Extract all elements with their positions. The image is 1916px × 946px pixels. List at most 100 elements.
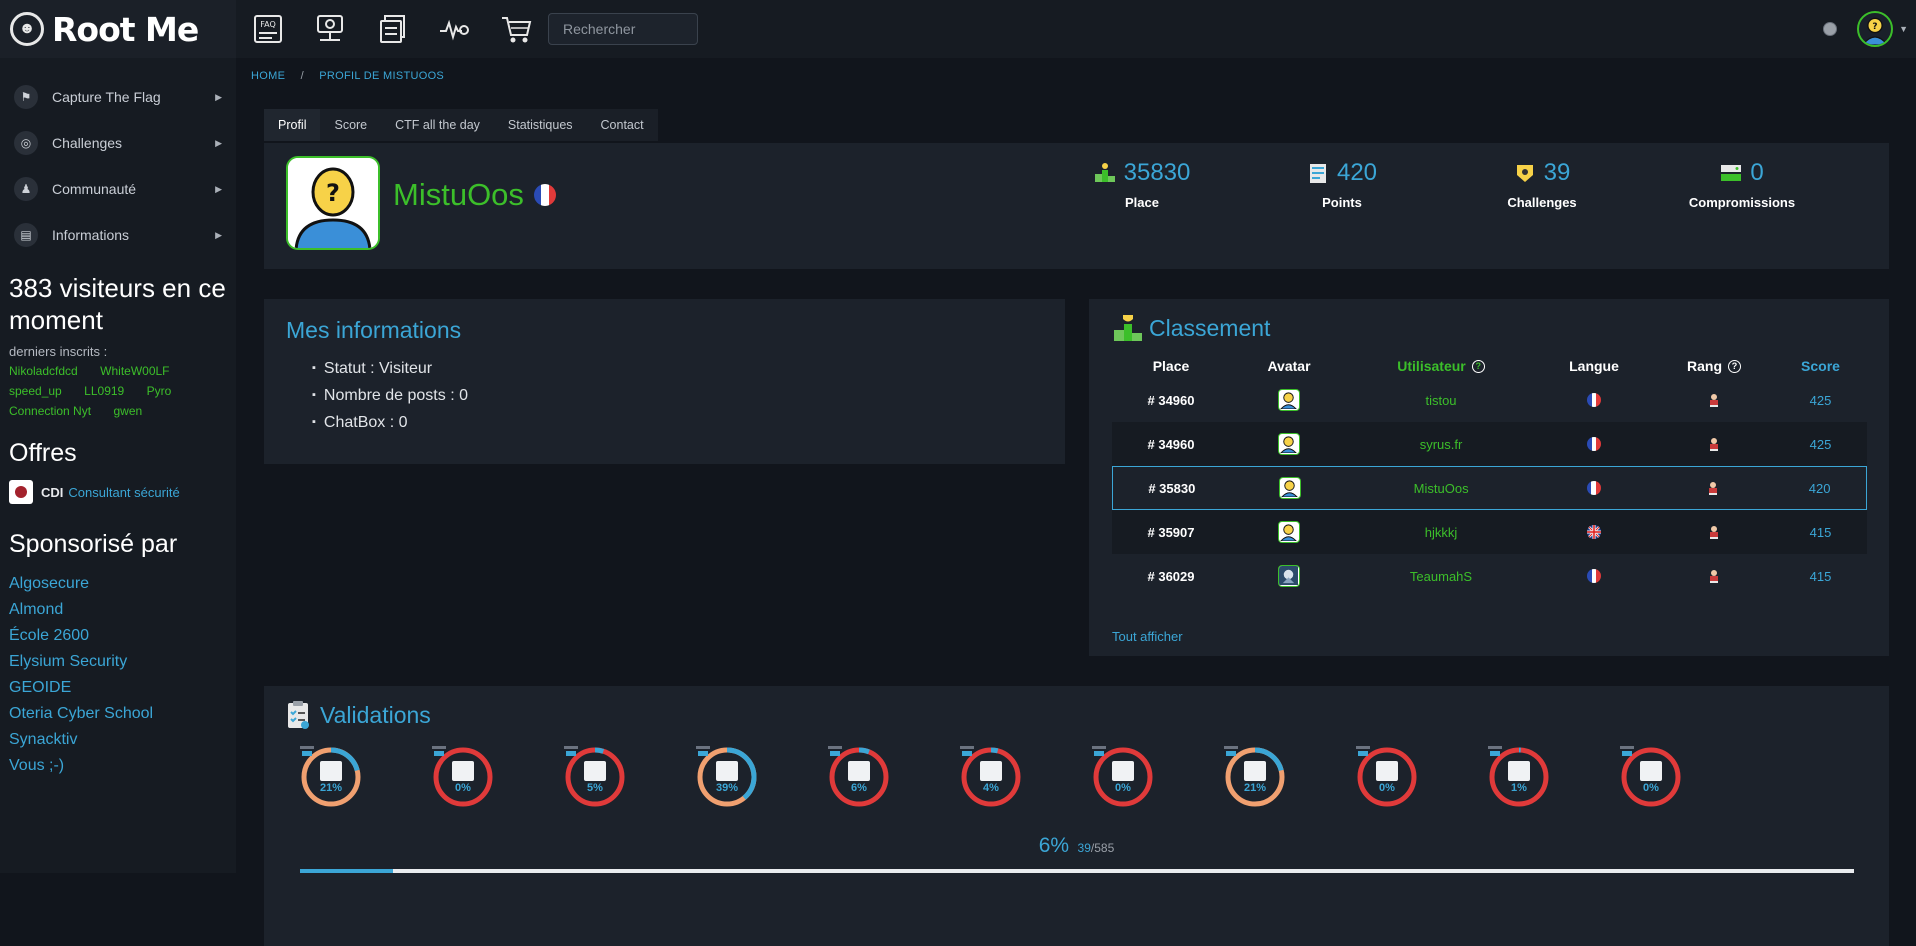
show-all-link[interactable]: Tout afficher	[1112, 629, 1183, 644]
sidebar-item-label: Challenges	[52, 135, 123, 151]
breadcrumb-current[interactable]: PROFIL DE MISTUOOS	[319, 70, 444, 82]
sidebar-item-challenges[interactable]: ◎ Challenges ▶	[0, 120, 236, 166]
row-avatar[interactable]	[1278, 389, 1300, 411]
row-avatar[interactable]	[1278, 433, 1300, 455]
profile-avatar: ?	[286, 156, 380, 250]
category-percent: 6%	[851, 781, 867, 794]
cart-icon[interactable]	[499, 12, 533, 46]
tab-contact[interactable]: Contact	[586, 109, 658, 141]
sidebar-item-informations[interactable]: ▤ Informations ▶	[0, 212, 236, 258]
offer-item[interactable]: CDI Consultant sécurité	[0, 468, 236, 504]
faq-icon[interactable]: FAQ	[251, 12, 285, 46]
recent-signup-link[interactable]: Pyro	[147, 382, 172, 401]
stat-label: Challenges	[1507, 195, 1577, 210]
category-percent: 0%	[1379, 781, 1395, 794]
recent-signup-link[interactable]: Nikoladcfdcd	[9, 362, 78, 381]
recent-signup-link[interactable]: LL0919	[84, 382, 124, 401]
sponsor-link[interactable]: Algosecure	[9, 571, 227, 597]
profile-tabs: Profil Score CTF all the day Statistique…	[264, 109, 658, 141]
visitors-count: 383 visiteurs en ce moment	[9, 273, 226, 335]
logo[interactable]: ☻ Root Me	[0, 0, 236, 58]
svg-text:?: ?	[326, 179, 340, 207]
category-circle[interactable]: 0%	[432, 746, 494, 808]
recent-signups-label: derniers inscrits :	[9, 344, 108, 359]
sponsor-link[interactable]: Elysium Security	[9, 649, 227, 675]
company-logo-icon	[9, 480, 33, 504]
stat-points: 420 Points	[1267, 159, 1417, 210]
breadcrumb-home[interactable]: HOME	[251, 70, 285, 82]
offer-link[interactable]: Consultant sécurité	[68, 485, 179, 500]
row-avatar[interactable]	[1278, 477, 1301, 499]
category-circle[interactable]: 21%	[1224, 746, 1286, 808]
row-score: 415	[1809, 524, 1832, 540]
row-user-link[interactable]: TeaumahS	[1348, 569, 1534, 584]
tab-ctf-all-the-day[interactable]: CTF all the day	[381, 109, 494, 141]
profile-name-text: MistuOos	[393, 177, 524, 212]
row-user-link[interactable]: MistuOos	[1348, 481, 1534, 496]
sponsors-title: Sponsorisé par	[9, 530, 178, 558]
category-circle[interactable]: 21%	[300, 746, 362, 808]
validations-title-text: Validations	[320, 701, 431, 728]
category-circle[interactable]: 6%	[828, 746, 890, 808]
sponsor-link[interactable]: Synacktiv	[9, 727, 227, 753]
help-icon[interactable]: ?	[1728, 359, 1741, 373]
category-circle[interactable]: 0%	[1092, 746, 1154, 808]
recent-signup-link[interactable]: gwen	[114, 402, 143, 421]
row-user-link[interactable]: syrus.fr	[1348, 437, 1534, 452]
caret-right-icon: ▶	[215, 183, 222, 194]
recent-signups-list: Nikoladcfdcd WhiteW00LF speed_up LL0919 …	[0, 359, 236, 421]
row-avatar[interactable]	[1278, 565, 1300, 587]
search-input[interactable]	[548, 13, 698, 45]
community-icon: ♟	[14, 177, 38, 201]
row-user-link[interactable]: tistou	[1348, 393, 1534, 408]
sponsor-link[interactable]: Almond	[9, 597, 227, 623]
category-circle[interactable]: 0%	[1620, 746, 1682, 808]
network-icon[interactable]	[313, 12, 347, 46]
category-circle[interactable]: 5%	[564, 746, 626, 808]
programmation-icon	[1356, 746, 1398, 781]
clipboard-icon	[1309, 164, 1326, 183]
header-user-text: Utilisateur	[1397, 358, 1466, 374]
row-place: # 35907	[1147, 524, 1195, 540]
help-icon[interactable]: ?	[1471, 359, 1485, 373]
caret-right-icon: ▶	[215, 229, 222, 240]
tab-profil[interactable]: Profil	[264, 109, 321, 141]
recent-signup-link[interactable]: speed_up	[9, 382, 62, 401]
offers-title: Offres	[9, 439, 77, 467]
rank-icon	[1710, 394, 1718, 407]
sponsor-link[interactable]: École 2600	[9, 623, 227, 649]
tab-statistiques[interactable]: Statistiques	[493, 109, 587, 141]
sponsor-link[interactable]: Vous ;-)	[9, 753, 227, 779]
sidebar-item-communaute[interactable]: ♟ Communauté ▶	[0, 166, 236, 212]
row-place: # 36029	[1147, 568, 1195, 584]
sidebar-item-capture-the-flag[interactable]: ⚑ Capture The Flag ▶	[0, 74, 236, 120]
tab-score[interactable]: Score	[320, 109, 382, 141]
header-rank-text: Rang	[1687, 358, 1722, 374]
profile-card: ? MistuOos 35830 Place 420 Points 39 Cha…	[264, 143, 1889, 269]
category-circle[interactable]: 1%	[1488, 746, 1550, 808]
category-circle[interactable]: 39%	[696, 746, 758, 808]
cryptanalyse-icon	[564, 746, 606, 781]
offer-type: CDI	[41, 484, 64, 500]
podium-icon	[1094, 163, 1115, 182]
sponsor-link[interactable]: Oteria Cyber School	[9, 701, 227, 727]
stat-value: 0	[1750, 159, 1764, 186]
caret-down-icon[interactable]: ▼	[1899, 24, 1908, 34]
category-circle[interactable]: 0%	[1356, 746, 1418, 808]
recent-signup-link[interactable]: WhiteW00LF	[100, 362, 169, 381]
row-score: 425	[1809, 436, 1832, 452]
french-flag-icon	[533, 184, 556, 206]
user-avatar[interactable]: ?	[1857, 11, 1894, 47]
sponsor-link[interactable]: GEOIDE	[9, 675, 227, 701]
profile-name: MistuOos	[393, 177, 556, 213]
radar-icon[interactable]	[437, 12, 471, 46]
sidebar-item-label: Informations	[52, 227, 130, 243]
flag-icon: ⚑	[14, 85, 38, 109]
row-user-link[interactable]: hjkkkj	[1348, 525, 1534, 540]
documents-icon[interactable]	[375, 12, 409, 46]
theme-toggle-icon[interactable]	[1823, 22, 1838, 36]
row-avatar[interactable]	[1278, 521, 1300, 543]
category-circle[interactable]: 4%	[960, 746, 1022, 808]
cracking-icon	[1488, 746, 1530, 781]
recent-signup-link[interactable]: Connection Nyt	[9, 402, 91, 421]
